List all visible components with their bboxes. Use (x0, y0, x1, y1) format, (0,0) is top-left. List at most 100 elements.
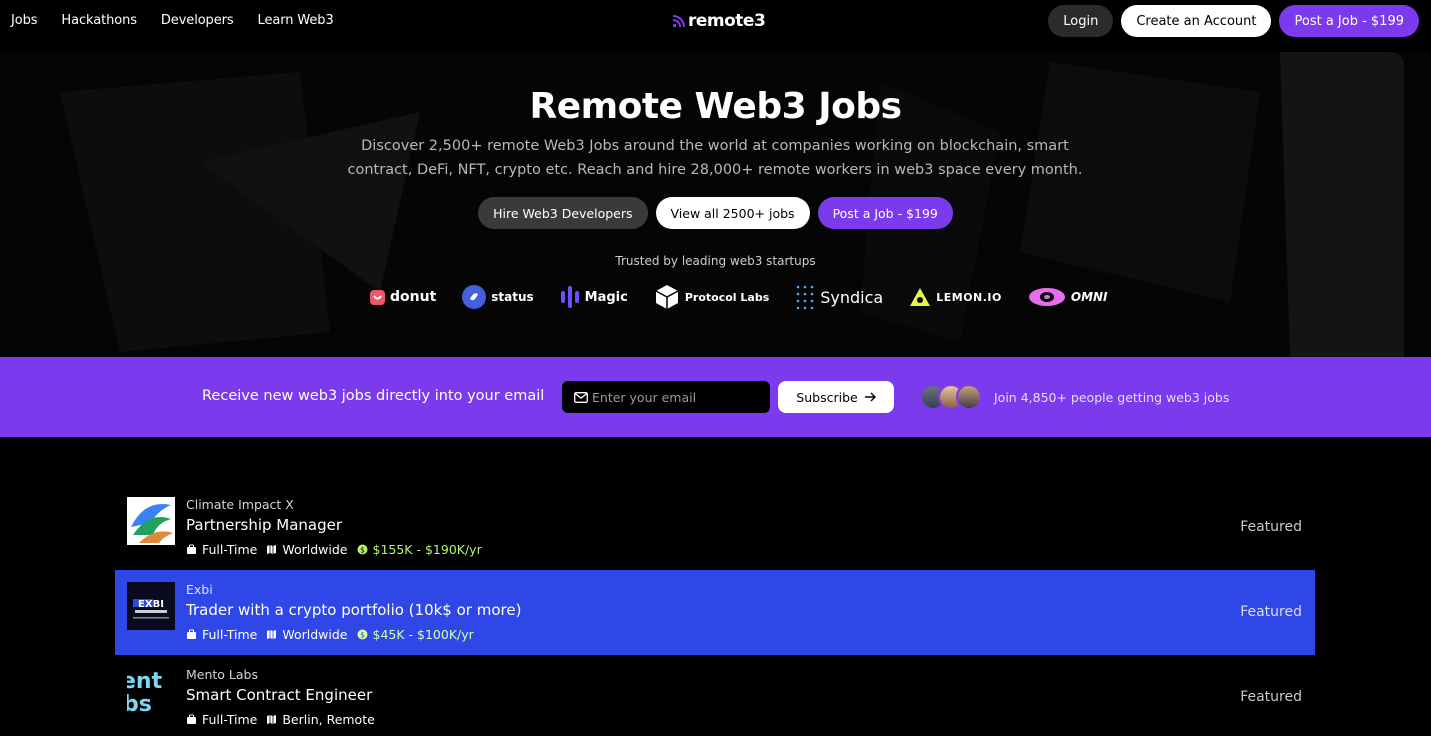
brand-donut: donut (370, 289, 436, 305)
mail-icon (574, 391, 588, 403)
featured-badge: Featured (1240, 689, 1302, 705)
arrow-right-icon (864, 392, 876, 402)
nav-link-developers[interactable]: Developers (161, 13, 234, 28)
avatar (956, 384, 982, 410)
protocol-labs-logo-icon (655, 285, 679, 309)
job-location: Worldwide (266, 627, 348, 642)
nav-links: Jobs Hackathons Developers Learn Web3 (11, 13, 358, 28)
briefcase-icon (187, 714, 196, 724)
job-company: Mento Labs (186, 667, 258, 682)
job-type: Full-Time (186, 542, 257, 557)
page-title: Remote Web3 Jobs (529, 86, 902, 127)
nav-link-jobs[interactable]: Jobs (11, 13, 38, 28)
map-icon (267, 715, 277, 724)
job-list: Climate Impact X Partnership Manager Ful… (115, 485, 1315, 736)
job-row[interactable]: EXBI Exbi Trader with a crypto portfolio… (115, 570, 1315, 655)
view-all-jobs-button[interactable]: View all 2500+ jobs (655, 197, 810, 229)
newsletter-text: Receive new web3 jobs directly into your… (202, 388, 545, 404)
job-salary-label: $45K - $100K/yr (372, 627, 474, 642)
job-row[interactable]: Climate Impact X Partnership Manager Ful… (115, 485, 1315, 570)
email-input[interactable] (592, 389, 762, 405)
post-job-button[interactable]: Post a Job - $199 (1279, 5, 1419, 37)
brand-status-name: status (491, 290, 534, 304)
hero-subtitle: Discover 2,500+ remote Web3 Jobs around … (347, 138, 1083, 178)
job-type-label: Full-Time (202, 712, 258, 727)
job-company: Exbi (186, 582, 213, 597)
create-account-button[interactable]: Create an Account (1121, 5, 1272, 37)
job-salary: $ $155K - $190K/yr (357, 542, 482, 557)
briefcase-icon (187, 629, 196, 639)
svg-text:$: $ (360, 630, 365, 639)
hire-developers-button[interactable]: Hire Web3 Developers (478, 197, 648, 229)
svg-text:EXBI: EXBI (138, 599, 164, 610)
company-logo-mento-labs: ent bs (127, 667, 175, 715)
site-logo[interactable]: remote3 (672, 11, 766, 31)
company-logo-climate-impact-x (127, 497, 175, 545)
top-nav: Jobs Hackathons Developers Learn Web3 re… (0, 0, 1431, 42)
climate-impact-x-logo-icon (131, 503, 173, 543)
exbi-logo-icon: EXBI (127, 582, 175, 630)
map-icon (267, 630, 277, 639)
job-title[interactable]: Trader with a crypto portfolio (10k$ or … (186, 601, 521, 619)
job-meta: Full-Time Worldwide $ $45K - $100K/yr (186, 627, 483, 642)
job-company: Climate Impact X (186, 497, 294, 512)
brand-omni-name: OMNI (1070, 290, 1108, 304)
logo-text: remote3 (688, 11, 766, 31)
email-input-wrapper[interactable] (562, 381, 770, 413)
subscriber-avatars (920, 384, 982, 410)
subscribe-button[interactable]: Subscribe (778, 381, 894, 413)
status-logo-icon (462, 285, 487, 309)
hero-section: Remote Web3 Jobs Discover 2,500+ remote … (0, 52, 1431, 357)
newsletter-banner: Receive new web3 jobs directly into your… (0, 357, 1431, 437)
map-icon (267, 545, 277, 554)
job-type: Full-Time (186, 712, 257, 727)
company-logo-exbi: EXBI (127, 582, 175, 630)
job-salary: $ $45K - $100K/yr (357, 627, 474, 642)
job-type-label: Full-Time (202, 627, 258, 642)
job-location-label: Berlin, Remote (282, 712, 375, 727)
job-title[interactable]: Partnership Manager (186, 516, 342, 534)
brand-magic: Magic (560, 285, 628, 309)
job-meta: Full-Time Worldwide $ $155K - $190K/yr (186, 542, 491, 557)
brand-logos: donut status Magic Protocol Labs Syndica… (370, 284, 1134, 310)
brand-syndica: Syndica (795, 284, 883, 310)
nav-actions: Login Create an Account Post a Job - $19… (1048, 5, 1419, 37)
svg-text:bs: bs (127, 692, 152, 715)
job-location-label: Worldwide (282, 542, 348, 557)
job-type-label: Full-Time (202, 542, 258, 557)
hero-post-job-button[interactable]: Post a Job - $199 (817, 197, 953, 229)
nav-link-learn-web3[interactable]: Learn Web3 (258, 13, 334, 28)
money-icon: $ (357, 544, 367, 555)
magic-logo-icon (560, 286, 579, 308)
hero-buttons: Hire Web3 Developers View all 2500+ jobs… (0, 197, 1431, 229)
syndica-logo-icon (796, 285, 814, 310)
featured-badge: Featured (1240, 604, 1302, 620)
brand-protocol-labs: Protocol Labs (654, 284, 769, 310)
money-icon: $ (357, 629, 367, 640)
trusted-by-label: Trusted by leading web3 startups (615, 254, 816, 268)
lemon-logo-icon (910, 288, 931, 306)
featured-badge: Featured (1240, 519, 1302, 535)
job-type: Full-Time (186, 627, 257, 642)
brand-omni: OMNI (1028, 287, 1108, 307)
brand-lemon-name: LEMON.IO (936, 290, 1002, 304)
job-location: Worldwide (266, 542, 348, 557)
omni-logo-icon (1028, 288, 1065, 306)
brand-protocol-labs-name: Protocol Labs (684, 290, 770, 304)
job-row[interactable]: ent bs Mento Labs Smart Contract Enginee… (115, 655, 1315, 736)
subscribe-label: Subscribe (796, 389, 858, 405)
join-count-text: Join 4,850+ people getting web3 jobs (994, 390, 1230, 405)
brand-donut-name: donut (390, 289, 437, 305)
job-title[interactable]: Smart Contract Engineer (186, 686, 372, 704)
job-meta: Full-Time Berlin, Remote (186, 712, 384, 727)
brand-lemon: LEMON.IO (909, 287, 1002, 307)
login-button[interactable]: Login (1048, 5, 1114, 37)
briefcase-icon (187, 544, 196, 554)
svg-text:$: $ (360, 545, 365, 554)
job-location: Berlin, Remote (266, 712, 375, 727)
signal-logo-icon (672, 15, 685, 28)
mento-labs-logo-icon: ent bs (127, 669, 163, 715)
brand-magic-name: Magic (584, 289, 628, 305)
brand-syndica-name: Syndica (820, 287, 884, 307)
nav-link-hackathons[interactable]: Hackathons (61, 13, 137, 28)
